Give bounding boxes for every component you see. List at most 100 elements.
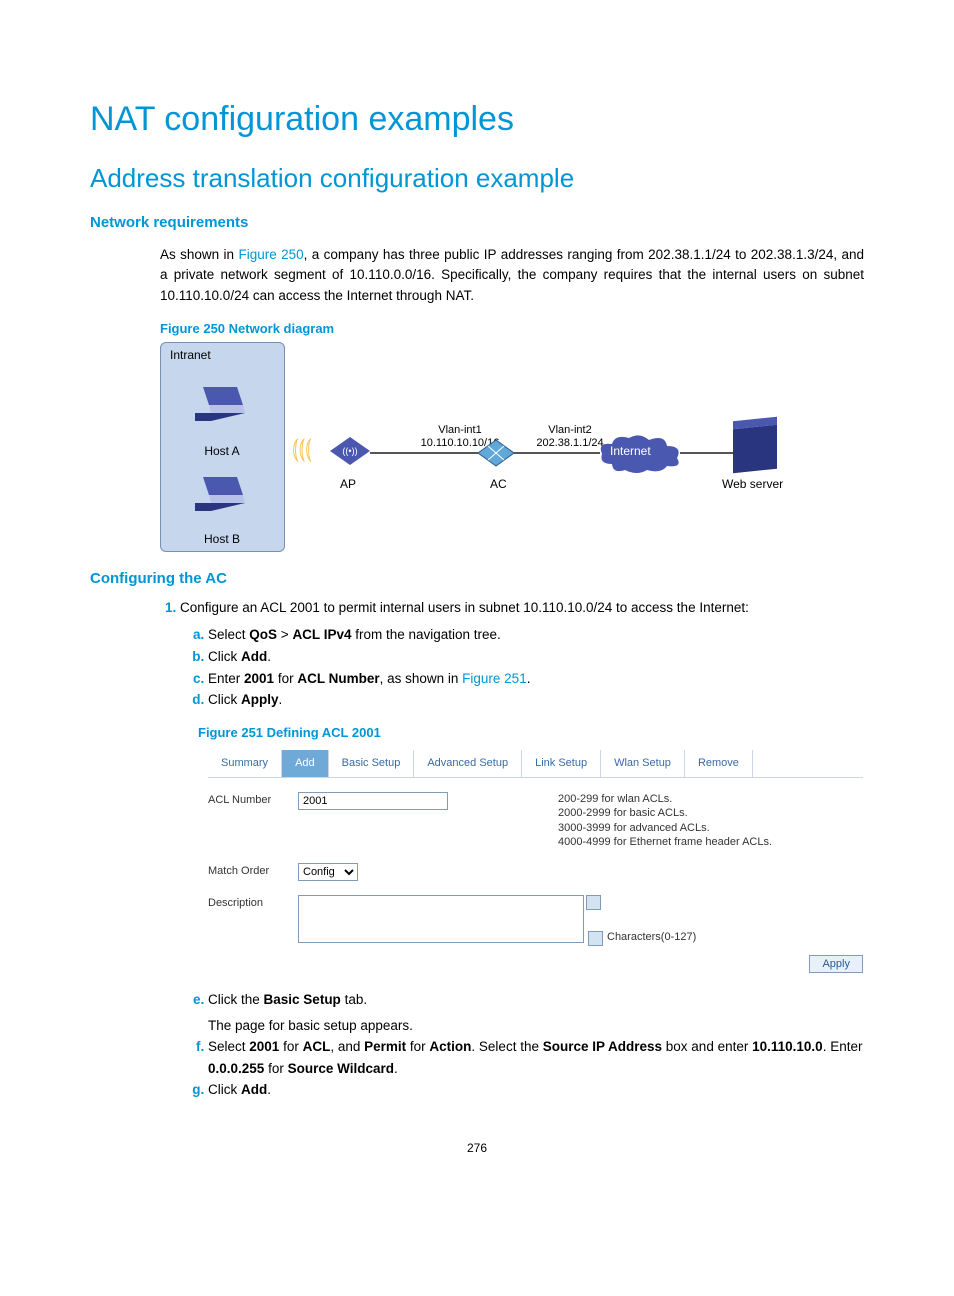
web-server-label: Web server — [722, 477, 783, 491]
acl-form: Summary Add Basic Setup Advanced Setup L… — [208, 750, 863, 973]
step-f: Select 2001 for ACL, and Permit for Acti… — [208, 1036, 864, 1079]
tab-remove[interactable]: Remove — [685, 750, 753, 778]
t: Select — [208, 627, 249, 642]
scroll-down-icon[interactable] — [588, 931, 603, 946]
match-order-label: Match Order — [208, 863, 298, 881]
scroll-up-icon[interactable] — [586, 895, 601, 910]
t: . Select the — [471, 1039, 542, 1054]
step-b: Click Add. — [208, 646, 864, 668]
step-1-text: Configure an ACL 2001 to permit internal… — [180, 600, 749, 615]
t: Click — [208, 692, 241, 707]
t: . — [267, 1082, 271, 1097]
step-d: Click Apply. — [208, 689, 864, 711]
hint: 200-299 for wlan ACLs. — [558, 792, 772, 806]
t: Click — [208, 649, 241, 664]
tab-link-setup[interactable]: Link Setup — [522, 750, 601, 778]
t: ACL Number — [297, 671, 379, 686]
t: , as shown in — [380, 671, 463, 686]
ac-label: AC — [490, 477, 507, 491]
t: . Enter — [823, 1039, 863, 1054]
t: Basic Setup — [264, 992, 341, 1007]
t: Source IP Address — [543, 1039, 662, 1054]
hint: 3000-3999 for advanced ACLs. — [558, 821, 772, 835]
description-label: Description — [208, 895, 298, 913]
step-e: Click the Basic Setup tab. The page for … — [208, 989, 864, 1036]
tab-summary[interactable]: Summary — [208, 750, 282, 778]
t: for — [264, 1061, 287, 1076]
t: Apply — [241, 692, 279, 707]
t: Action — [429, 1039, 471, 1054]
t: Add — [241, 649, 267, 664]
t: > — [277, 627, 292, 642]
t: Click the — [208, 992, 264, 1007]
match-order-select[interactable]: Config — [298, 863, 358, 881]
t: Select — [208, 1039, 249, 1054]
t: Permit — [364, 1039, 406, 1054]
description-textarea[interactable] — [298, 895, 584, 943]
characters-label: Characters(0-127) — [607, 929, 696, 947]
step-g: Click Add. — [208, 1079, 864, 1101]
step-e-sub: The page for basic setup appears. — [208, 1015, 864, 1037]
t: Enter — [208, 671, 244, 686]
t: 0.0.0.255 — [208, 1061, 264, 1076]
req-text-1: As shown in — [160, 247, 238, 262]
t: from the navigation tree. — [351, 627, 500, 642]
laptop-icon — [195, 387, 245, 421]
requirements-paragraph: As shown in Figure 250, a company has th… — [160, 245, 864, 308]
host-b-label: Host B — [192, 532, 252, 546]
t: . — [267, 649, 271, 664]
acl-tabs: Summary Add Basic Setup Advanced Setup L… — [208, 750, 863, 779]
t: . — [527, 671, 531, 686]
link-line — [370, 452, 478, 454]
internet-label: Internet — [610, 444, 651, 458]
t: ACL IPv4 — [292, 627, 351, 642]
acl-number-label: ACL Number — [208, 792, 298, 810]
tab-add[interactable]: Add — [282, 750, 329, 778]
t: , and — [330, 1039, 364, 1054]
figure-250-link[interactable]: Figure 250 — [238, 247, 303, 262]
server-icon — [733, 424, 777, 473]
t: Click — [208, 1082, 241, 1097]
step-c: Enter 2001 for ACL Number, as shown in F… — [208, 668, 864, 690]
t: for — [274, 671, 297, 686]
apply-button[interactable]: Apply — [809, 955, 863, 973]
t: Add — [241, 1082, 267, 1097]
t: 10.110.10.0 — [752, 1039, 823, 1054]
network-requirements-heading: Network requirements — [90, 214, 864, 231]
t: for — [406, 1039, 429, 1054]
svg-text:((•)): ((•)) — [342, 446, 357, 456]
figure-250-caption: Figure 250 Network diagram — [160, 321, 864, 336]
if2-ip: 202.38.1.1/24 — [536, 437, 603, 449]
t: box and enter — [662, 1039, 752, 1054]
link-line — [514, 452, 600, 454]
tab-basic-setup[interactable]: Basic Setup — [329, 750, 415, 778]
tab-wlan-setup[interactable]: Wlan Setup — [601, 750, 685, 778]
t: . — [279, 692, 283, 707]
wifi-icon: ⦅⦅⦅ — [292, 432, 312, 465]
page-number: 276 — [90, 1141, 864, 1155]
link-line — [680, 452, 736, 454]
page-title: NAT configuration examples — [90, 100, 864, 139]
t: 2001 — [244, 671, 274, 686]
t: . — [394, 1061, 398, 1076]
intranet-label: Intranet — [170, 348, 211, 362]
acl-number-input[interactable] — [298, 792, 448, 810]
t: tab. — [341, 992, 367, 1007]
laptop-icon — [195, 477, 245, 511]
figure-251-link[interactable]: Figure 251 — [462, 671, 527, 686]
t: 2001 — [249, 1039, 279, 1054]
if1-name: Vlan-int1 — [438, 424, 481, 436]
hint: 4000-4999 for Ethernet frame header ACLs… — [558, 835, 772, 849]
tab-advanced-setup[interactable]: Advanced Setup — [414, 750, 522, 778]
router-icon — [478, 438, 514, 468]
t: QoS — [249, 627, 277, 642]
t: for — [279, 1039, 302, 1054]
network-diagram: Intranet Host A Host B ⦅⦅⦅ ((•)) AP Vlan… — [160, 342, 800, 552]
ap-label: AP — [340, 477, 356, 491]
step-a: Select QoS > ACL IPv4 from the navigatio… — [208, 624, 864, 646]
if2-name: Vlan-int2 — [548, 424, 591, 436]
t: ACL — [303, 1039, 331, 1054]
figure-251-caption: Figure 251 Defining ACL 2001 — [198, 723, 864, 744]
configuring-ac-heading: Configuring the AC — [90, 570, 864, 587]
ap-icon: ((•)) — [330, 437, 370, 465]
